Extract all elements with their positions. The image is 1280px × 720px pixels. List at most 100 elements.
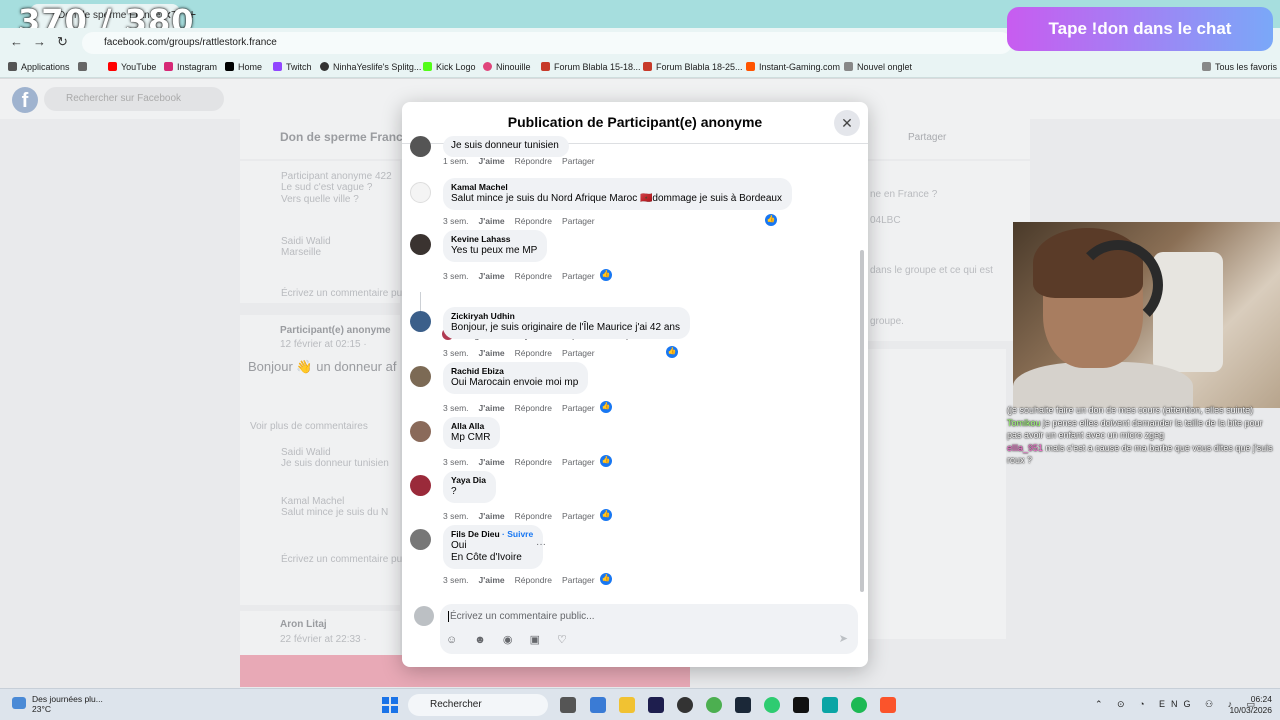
- bookmark-applications[interactable]: Applications: [8, 62, 70, 72]
- like-button[interactable]: J'aime: [479, 575, 505, 585]
- comment-time[interactable]: 3 sem.: [443, 348, 469, 358]
- windows-start-icon[interactable]: [382, 697, 398, 713]
- share-button[interactable]: Partager: [562, 156, 595, 166]
- task-view-icon[interactable]: [560, 697, 576, 713]
- avatar[interactable]: [410, 421, 431, 442]
- bookmark-instagram[interactable]: Instagram: [164, 62, 217, 72]
- like-button[interactable]: J'aime: [479, 216, 505, 226]
- avatar[interactable]: [410, 234, 431, 255]
- comment-input[interactable]: Écrivez un commentaire public...: [448, 611, 595, 622]
- like-button[interactable]: J'aime: [479, 271, 505, 281]
- reply-button[interactable]: Répondre: [515, 156, 552, 166]
- bookmark-youtube[interactable]: YouTube: [108, 62, 156, 72]
- comment-author[interactable]: Alla Alla: [451, 421, 490, 432]
- share-button[interactable]: Partager: [562, 403, 595, 413]
- comment-time[interactable]: 1 sem.: [443, 156, 469, 166]
- bookmark-new-tab[interactable]: Nouvel onglet: [844, 62, 912, 72]
- steam-icon[interactable]: [735, 697, 751, 713]
- obs-icon[interactable]: [677, 697, 693, 713]
- avatar[interactable]: [410, 136, 431, 157]
- reply-button[interactable]: Répondre: [515, 511, 552, 521]
- avatar[interactable]: [410, 366, 431, 387]
- app-icon[interactable]: [590, 697, 606, 713]
- weather-widget[interactable]: Des journées plu... 23°C: [12, 694, 103, 714]
- bookmark-forum-18-25[interactable]: Forum Blabla 18-25...: [643, 62, 743, 72]
- comment-author[interactable]: Yaya Dia: [451, 475, 486, 486]
- comment-author[interactable]: Rachid Ebiza: [451, 366, 578, 377]
- address-bar[interactable]: facebook.com/groups/rattlestork.france: [82, 32, 1012, 54]
- share-button[interactable]: Partager: [562, 216, 595, 226]
- share-button[interactable]: Partager: [562, 457, 595, 467]
- facebook-search-input[interactable]: Rechercher sur Facebook: [44, 87, 224, 111]
- composer-tools[interactable]: ☺ ☻ ◉ ▣ ♡: [446, 633, 574, 646]
- grid-icon: [78, 62, 87, 71]
- chat-username: Tomikou: [1007, 418, 1041, 428]
- clock[interactable]: 06:24 10/03/2026: [1228, 694, 1272, 716]
- avatar[interactable]: [410, 529, 431, 550]
- comment-input-box[interactable]: Écrivez un commentaire public... ☺ ☻ ◉ ▣…: [440, 604, 858, 654]
- close-icon[interactable]: ✕: [834, 110, 860, 136]
- bookmark-splitgate[interactable]: NinhaYeslife's Splitg...: [320, 62, 421, 72]
- bookmark-forum-15-18[interactable]: Forum Blabla 15-18...: [541, 62, 641, 72]
- like-button[interactable]: J'aime: [479, 156, 505, 166]
- avatar[interactable]: [410, 182, 431, 203]
- brave-icon[interactable]: [880, 697, 896, 713]
- avatar[interactable]: [410, 475, 431, 496]
- bookmark-grid[interactable]: [78, 62, 91, 72]
- comment-author[interactable]: Zickiryah Udhin: [451, 311, 680, 322]
- reply-button[interactable]: Répondre: [515, 216, 552, 226]
- like-button[interactable]: J'aime: [479, 403, 505, 413]
- comment-time[interactable]: 3 sem.: [443, 457, 469, 467]
- like-button[interactable]: J'aime: [479, 348, 505, 358]
- scrollbar[interactable]: [860, 250, 864, 592]
- comment-time[interactable]: 3 sem.: [443, 511, 469, 521]
- share-button[interactable]: Partager: [562, 511, 595, 521]
- comment-author[interactable]: Fils De Dieu: [451, 529, 500, 539]
- share-button[interactable]: Partager: [562, 271, 595, 281]
- reply-button[interactable]: Répondre: [515, 271, 552, 281]
- reply-button[interactable]: Répondre: [515, 457, 552, 467]
- reply-button[interactable]: Répondre: [515, 348, 552, 358]
- follow-button[interactable]: · Suivre: [502, 529, 533, 539]
- like-button[interactable]: J'aime: [479, 511, 505, 521]
- comment-time[interactable]: 3 sem.: [443, 271, 469, 281]
- comment-time[interactable]: 3 sem.: [443, 403, 469, 413]
- like-reaction-icon[interactable]: 👍: [666, 346, 678, 358]
- back-icon[interactable]: ←: [10, 34, 23, 49]
- facebook-logo-icon[interactable]: f: [12, 87, 38, 113]
- chrome-icon[interactable]: [706, 697, 722, 713]
- reload-icon[interactable]: ↻: [57, 34, 68, 50]
- more-options-icon[interactable]: ···: [536, 539, 546, 550]
- share-button[interactable]: Partager: [908, 132, 946, 143]
- language-indicator[interactable]: ENG: [1159, 699, 1197, 709]
- comment-time[interactable]: 3 sem.: [443, 575, 469, 585]
- app-icon[interactable]: [822, 697, 838, 713]
- instagram-icon: [164, 62, 173, 71]
- all-favorites[interactable]: Tous les favoris: [1202, 62, 1277, 72]
- share-button[interactable]: Partager: [562, 575, 595, 585]
- bookmark-ninouille[interactable]: Ninouille: [483, 62, 531, 72]
- app-icon[interactable]: [764, 697, 780, 713]
- tiktok-icon[interactable]: [793, 697, 809, 713]
- like-reaction-icon[interactable]: 👍: [765, 214, 777, 226]
- bookmark-instant-gaming[interactable]: Instant-Gaming.com: [746, 62, 840, 72]
- avatar[interactable]: [410, 311, 431, 332]
- taskbar-search[interactable]: Rechercher: [408, 694, 548, 716]
- reply-button[interactable]: Répondre: [515, 403, 552, 413]
- bookmark-twitch[interactable]: Twitch: [273, 62, 312, 72]
- like-button[interactable]: J'aime: [479, 457, 505, 467]
- chat-message: Tomikou je pense elles doivent demander …: [1007, 418, 1263, 440]
- send-icon[interactable]: ➤: [839, 632, 848, 645]
- share-button[interactable]: Partager: [562, 348, 595, 358]
- comment-author[interactable]: Kevine Lahass: [451, 234, 537, 245]
- comment-time[interactable]: 3 sem.: [443, 216, 469, 226]
- file-explorer-icon[interactable]: [619, 697, 635, 713]
- bookmark-kick[interactable]: Kick Logo: [423, 62, 476, 72]
- comment-author[interactable]: Kamal Machel: [451, 182, 782, 193]
- bookmark-home[interactable]: Home: [225, 62, 262, 72]
- reply-button[interactable]: Répondre: [515, 575, 552, 585]
- spotify-icon[interactable]: [851, 697, 867, 713]
- forward-icon[interactable]: →: [33, 34, 46, 49]
- current-user-avatar[interactable]: [414, 606, 434, 626]
- premiere-icon[interactable]: [648, 697, 664, 713]
